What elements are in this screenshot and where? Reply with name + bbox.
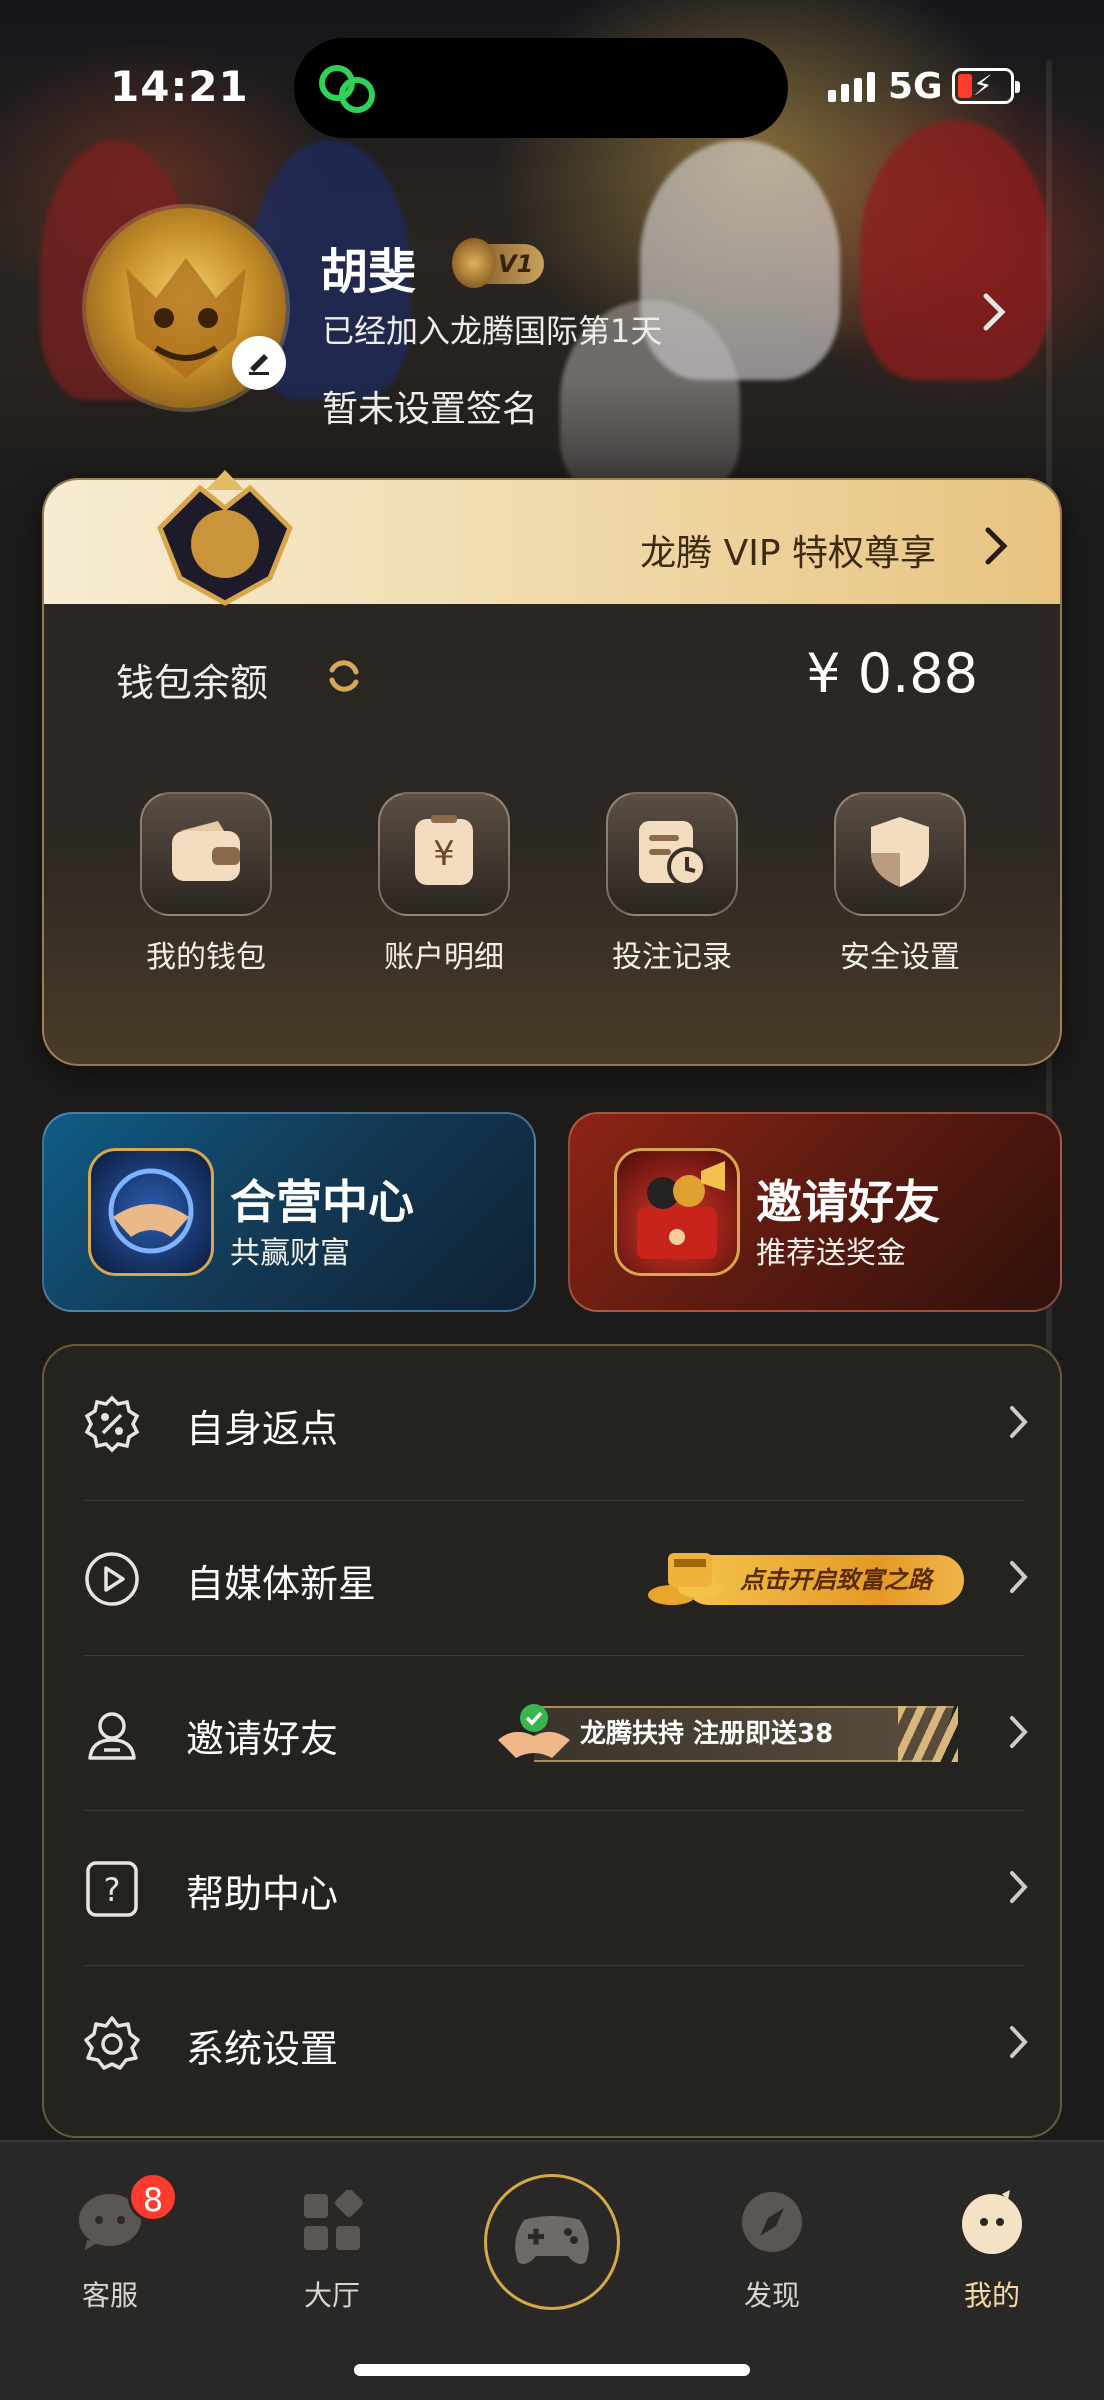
wallet-balance-label: 钱包余额 bbox=[116, 661, 269, 705]
cell-signal-icon bbox=[828, 72, 875, 102]
register-bonus-tag[interactable]: 龙腾扶持 注册即送38 bbox=[494, 1702, 974, 1762]
chevron-right-icon bbox=[1008, 2024, 1030, 2064]
receipt-yen-icon: ¥ bbox=[409, 813, 479, 895]
my-wallet-button[interactable]: 我的钱包 bbox=[106, 792, 306, 976]
wallet-icon bbox=[166, 817, 246, 891]
fortune-promo-tag[interactable]: 点击开启致富之路 bbox=[644, 1545, 964, 1609]
signature-text[interactable]: 暂未设置签名 bbox=[322, 380, 538, 432]
status-time: 14:21 bbox=[110, 62, 249, 111]
bet-record-icon bbox=[633, 813, 711, 895]
menu-item-label: 自身返点 bbox=[186, 1407, 339, 1451]
profile-face-icon bbox=[958, 2190, 1026, 2258]
menu-item-system-settings[interactable]: 系统设置 bbox=[44, 1966, 1064, 2121]
wallet-action-label: 安全设置 bbox=[840, 940, 960, 975]
agent-center-card[interactable]: 合营中心 共赢财富 bbox=[42, 1112, 536, 1312]
percent-badge-icon bbox=[82, 1394, 142, 1458]
wallet-action-label: 账户明细 bbox=[384, 940, 504, 975]
chevron-right-icon bbox=[1008, 1869, 1030, 1909]
bet-records-button[interactable]: 投注记录 bbox=[572, 792, 772, 976]
profile-chevron-right-icon[interactable] bbox=[980, 290, 1008, 338]
vip-level-text: V1 bbox=[498, 250, 534, 278]
chevron-right-icon bbox=[1008, 1404, 1030, 1444]
vip-level-badge: V1 bbox=[452, 238, 544, 288]
edit-profile-button[interactable] bbox=[232, 336, 286, 390]
games-center-button[interactable] bbox=[484, 2174, 620, 2310]
tab-label: 大厅 bbox=[303, 2279, 360, 2312]
tab-label: 我的 bbox=[963, 2279, 1020, 2312]
battery-icon: ⚡ bbox=[952, 68, 1020, 104]
account-details-button[interactable]: ¥ 账户明细 bbox=[344, 792, 544, 976]
grid-icon bbox=[300, 2189, 364, 2258]
register-bonus-text: 龙腾扶持 注册即送38 bbox=[534, 1706, 954, 1762]
chevron-right-icon bbox=[1008, 1714, 1030, 1754]
home-indicator[interactable] bbox=[354, 2364, 750, 2376]
chevron-right-icon bbox=[984, 526, 1008, 570]
stripes-decoration bbox=[898, 1706, 958, 1762]
menu-item-media-star[interactable]: 自媒体新星 点击开启致富之路 bbox=[44, 1501, 1064, 1656]
menu-item-label: 帮助中心 bbox=[186, 1872, 339, 1916]
dragon-crest-icon bbox=[140, 468, 310, 608]
invite-friends-title: 邀请好友 bbox=[756, 1175, 940, 1229]
refresh-icon[interactable] bbox=[324, 656, 364, 700]
menu-item-label: 邀请好友 bbox=[186, 1717, 339, 1761]
security-settings-button[interactable]: 安全设置 bbox=[800, 792, 1000, 976]
help-icon: ? bbox=[82, 1859, 142, 1923]
handshake-globe-icon bbox=[88, 1148, 214, 1276]
vip-banner-label: 龙腾 VIP 特权尊享 bbox=[640, 533, 936, 574]
gamepad-icon bbox=[510, 2210, 594, 2274]
tab-label: 发现 bbox=[743, 2279, 800, 2312]
vip-crest-icon bbox=[452, 238, 496, 288]
menu-item-help-center[interactable]: ? 帮助中心 bbox=[44, 1811, 1064, 1966]
wallet-action-label: 投注记录 bbox=[612, 940, 732, 975]
gold-coins-icon bbox=[644, 1545, 740, 1609]
tab-label: 客服 bbox=[81, 2279, 138, 2312]
pencil-icon bbox=[244, 346, 274, 380]
user-invite-icon bbox=[82, 1704, 142, 1768]
chevron-right-icon bbox=[1008, 1559, 1030, 1599]
wallet-action-label: 我的钱包 bbox=[146, 940, 266, 975]
joined-text: 已经加入龙腾国际第1天 bbox=[322, 312, 663, 350]
handshake-check-icon bbox=[494, 1702, 574, 1766]
tab-mine[interactable]: 我的 bbox=[922, 2186, 1062, 2314]
menu-list: 自身返点 自媒体新星 点击开启致富之路 邀请好友 龙腾扶持 注册即送38 ? 帮… bbox=[42, 1344, 1062, 2138]
menu-item-rebate[interactable]: 自身返点 bbox=[44, 1346, 1064, 1501]
agent-center-subtitle: 共赢财富 bbox=[230, 1236, 350, 1271]
bottom-tab-bar: 客服 8 大厅 发现 我的 bbox=[0, 2140, 1104, 2400]
wallet-balance-amount: ¥ 0.88 bbox=[806, 642, 978, 705]
svg-text:?: ? bbox=[104, 1871, 121, 1909]
hero-player-figure bbox=[860, 120, 1050, 380]
menu-item-label: 自媒体新星 bbox=[186, 1562, 377, 1606]
profile-name: 胡斐 bbox=[320, 244, 417, 300]
link-icon bbox=[316, 60, 380, 120]
red-envelope-megaphone-icon bbox=[614, 1148, 740, 1276]
play-circle-icon bbox=[82, 1549, 142, 1613]
invite-friends-subtitle: 推荐送奖金 bbox=[756, 1236, 906, 1271]
shield-icon bbox=[865, 813, 935, 895]
compass-icon bbox=[740, 2190, 804, 2258]
invite-friends-card[interactable]: 邀请好友 推荐送奖金 bbox=[568, 1112, 1062, 1312]
dynamic-island bbox=[294, 38, 788, 138]
svg-text:¥: ¥ bbox=[433, 834, 455, 874]
tab-lobby[interactable]: 大厅 bbox=[262, 2186, 402, 2314]
gear-icon bbox=[82, 2014, 142, 2078]
menu-item-invite-friends[interactable]: 邀请好友 龙腾扶持 注册即送38 bbox=[44, 1656, 1064, 1811]
agent-center-title: 合营中心 bbox=[230, 1175, 414, 1229]
menu-item-label: 系统设置 bbox=[186, 2027, 339, 2071]
network-type: 5G bbox=[888, 66, 943, 107]
unread-badge: 8 bbox=[128, 2172, 178, 2222]
tab-discover[interactable]: 发现 bbox=[702, 2186, 842, 2314]
